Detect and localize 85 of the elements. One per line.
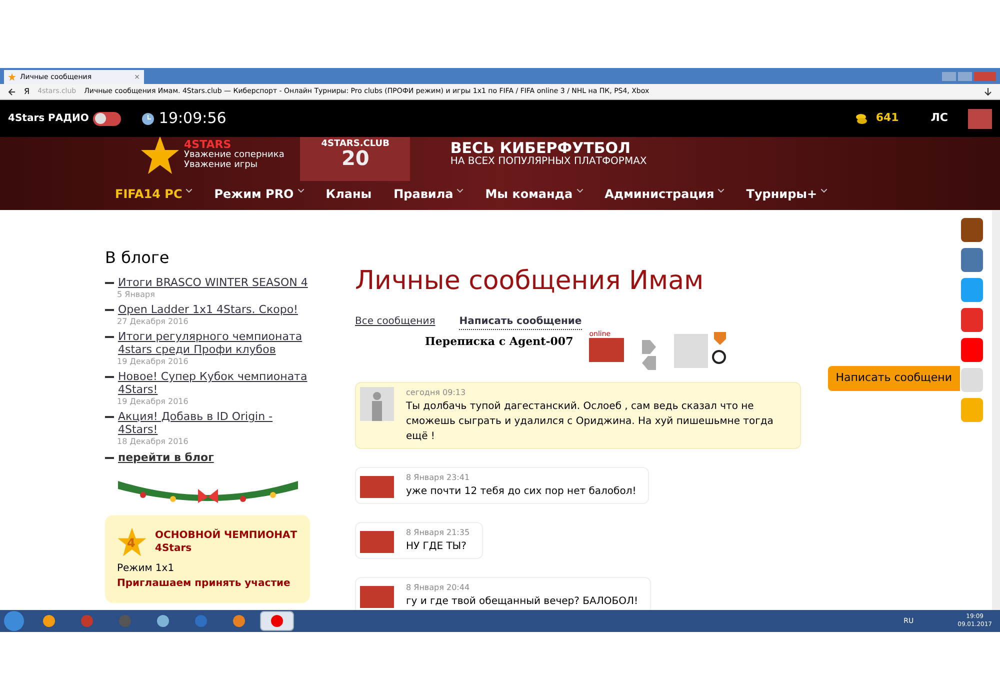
write-message-link[interactable]: Написать сообщение <box>459 314 582 330</box>
app-icon <box>80 614 94 628</box>
app-icon <box>118 614 132 628</box>
yandex-button[interactable]: Я <box>24 86 30 98</box>
message-text: НУ ГДЕ ТЫ? <box>406 540 468 554</box>
nav-link[interactable]: Правила <box>394 185 464 203</box>
ball-icon <box>712 350 726 364</box>
nav-link[interactable]: Мы команда <box>485 185 583 203</box>
blog-post-link[interactable]: Итоги регулярного чемпионата 4stars среди Профи клубов <box>118 330 310 356</box>
message-time: 8 Января 20:44 <box>406 582 471 594</box>
blog-heading: В блоге <box>105 247 170 269</box>
social-icon[interactable] <box>961 308 983 332</box>
avatar-silhouette <box>674 334 708 368</box>
nav-link[interactable]: Турниры+ <box>746 185 828 203</box>
post-date: 18 Декабря 2016 <box>117 436 190 448</box>
slogan: Уважение игры <box>184 160 258 170</box>
star-icon <box>117 526 147 556</box>
avatar-photo-placeholder <box>360 586 394 608</box>
logo-text: 4STARS <box>184 140 232 150</box>
exchange-arrows-icon <box>640 338 658 372</box>
social-icon[interactable] <box>961 338 983 362</box>
post-date: 19 Декабря 2016 <box>117 396 190 408</box>
post-date: 5 Января <box>117 289 156 301</box>
nav-link[interactable]: FIFA14 PC <box>115 185 192 203</box>
promo-subtitle: 4Stars <box>155 542 193 554</box>
app-icon <box>194 614 208 628</box>
nav-link[interactable]: Режим PRO <box>214 185 304 203</box>
promo-mode: Режим 1x1 <box>117 562 176 576</box>
message-time: 8 Января 21:35 <box>406 527 470 539</box>
message-text: Ты долбачь тупой дагестанский. Ослоеб , сам ведь сказал что не сможешь сыграть и удалился с Ориджина. На хуй пишешьмне тогда ещё ! <box>406 400 774 444</box>
star-icon <box>8 73 16 81</box>
blog-post-link[interactable]: Новое! Супер Кубок чемпионата 4Stars! <box>118 370 310 396</box>
user-avatar[interactable] <box>968 108 992 128</box>
user-photo-placeholder <box>589 338 624 362</box>
taskbar-app-button[interactable] <box>260 611 294 631</box>
dash-bullet <box>105 416 114 418</box>
coins-count: 641 <box>876 110 899 126</box>
logo-star-icon <box>140 137 180 175</box>
dash-bullet <box>105 376 114 378</box>
back-icon[interactable] <box>8 88 16 96</box>
banner-subheadline: НА ВСЕХ ПОПУЛЯРНЫХ ПЛАТФОРМАХ <box>450 155 647 169</box>
start-button[interactable] <box>4 611 24 631</box>
dash-bullet <box>105 457 114 459</box>
conversation-title: Переписка с Agent-007 <box>425 334 574 350</box>
nav-link[interactable]: Кланы <box>326 185 372 203</box>
message-time: сегодня 09:13 <box>406 387 467 399</box>
page-title: Личные сообщения Имам <box>355 266 705 296</box>
message-time: 8 Января 23:41 <box>406 472 471 484</box>
clock-icon <box>140 112 155 126</box>
blog-post-link[interactable]: Акция! Добавь в ID Origin - 4Stars! <box>118 410 310 436</box>
download-icon[interactable] <box>984 88 992 96</box>
app-icon <box>270 614 284 628</box>
post-date: 19 Декабря 2016 <box>117 356 190 368</box>
blog-post-link[interactable]: Open Ladder 1x1 4Stars. Скоро! <box>118 303 298 316</box>
dash-bullet <box>105 309 114 311</box>
app-icon <box>156 614 170 628</box>
banner-headline: ВЕСЬ КИБЕРФУТБОЛ <box>450 141 631 155</box>
message-text: уже почти 12 тебя до сих пор нет балобол! <box>406 485 636 499</box>
promo-title: ОСНОВНОЙ ЧЕМПИОНАТ <box>155 528 298 542</box>
radio-label[interactable]: 4Stars РАДИО <box>8 111 89 126</box>
dash-bullet <box>105 282 114 284</box>
all-messages-link[interactable]: Все сообщения <box>355 314 436 330</box>
avatar-photo-placeholder <box>360 476 394 498</box>
app-icon <box>42 614 56 628</box>
clock-time: 19:09:56 <box>158 108 226 130</box>
social-icon[interactable] <box>961 278 983 302</box>
slogan: Уважение соперника <box>184 150 284 160</box>
nav-link[interactable]: Администрация <box>604 185 724 203</box>
blog-link[interactable]: перейти в блог <box>118 450 214 466</box>
app-icon <box>232 614 246 628</box>
post-date: 27 Декабря 2016 <box>117 316 190 328</box>
social-icon[interactable] <box>961 248 983 272</box>
jersey-drawing: 4STARS.CLUB 20 <box>300 137 410 181</box>
star-digit: 4 <box>127 534 136 552</box>
message-text: гу и где твой обещанный вечер? БАЛОБОЛ! <box>406 595 638 609</box>
avatar-photo-placeholder <box>360 531 394 553</box>
dash-bullet <box>105 336 114 338</box>
social-icon[interactable] <box>961 218 983 242</box>
coins-icon <box>854 112 868 124</box>
messages-link[interactable]: ЛС <box>930 110 948 127</box>
shield-icon <box>712 330 728 346</box>
radio-toggle[interactable] <box>92 112 121 126</box>
promo-invite: Приглашаем принять участие <box>117 576 292 590</box>
blog-post-link[interactable]: Итоги BRASCO WINTER SEASON 4 <box>118 276 308 289</box>
write-message-tab[interactable]: Написать сообщени <box>828 366 960 390</box>
